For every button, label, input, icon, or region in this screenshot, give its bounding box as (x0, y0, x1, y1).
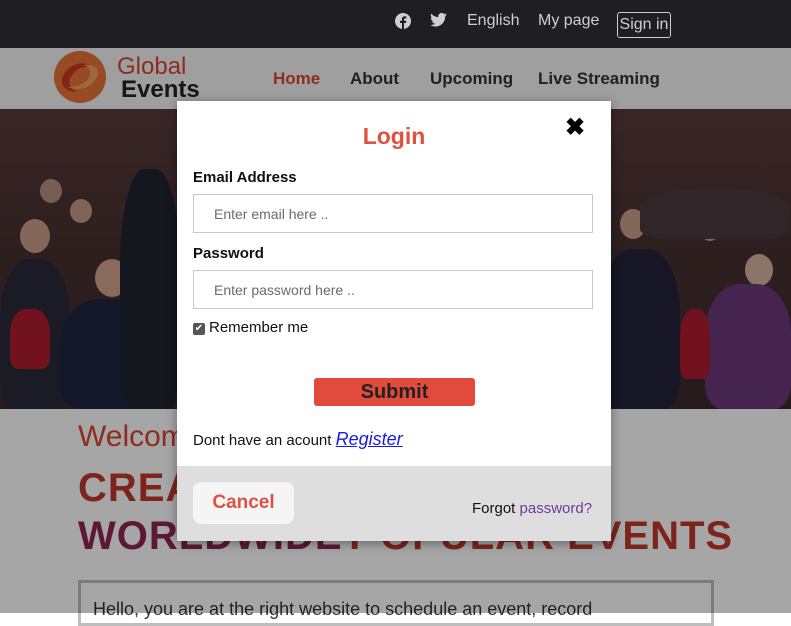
cancel-button[interactable]: Cancel (193, 482, 294, 524)
remember-label[interactable]: Remember me (209, 319, 308, 336)
submit-button[interactable]: Submit (314, 378, 475, 406)
modal-title: Login (362, 123, 426, 149)
remember-checkbox[interactable]: ✔ (193, 323, 205, 335)
facebook-icon[interactable] (395, 13, 411, 34)
top-bar: English My page Sign in (0, 0, 791, 48)
sign-in-button[interactable]: Sign in (617, 12, 671, 38)
remember-me: ✔ Remember me (193, 319, 308, 336)
register-prompt: Dont have an acount Register (193, 429, 403, 450)
email-label: Email Address (193, 169, 297, 186)
modal-footer: Cancel Forgot password? (177, 466, 611, 541)
register-prompt-text: Dont have an acount (193, 432, 332, 449)
my-page-link[interactable]: My page (538, 12, 599, 30)
password-label: Password (193, 245, 264, 262)
email-field[interactable] (193, 194, 593, 233)
twitter-icon[interactable] (430, 12, 447, 32)
forgot-prefix: Forgot (472, 500, 516, 517)
login-modal: Login ✖ Email Address Password ✔ Remember… (177, 101, 611, 541)
language-link[interactable]: English (467, 12, 519, 30)
forgot-password: Forgot password? (472, 500, 592, 517)
password-field[interactable] (193, 270, 593, 309)
forgot-password-link[interactable]: password? (520, 500, 593, 517)
register-link[interactable]: Register (336, 429, 403, 449)
close-icon[interactable]: ✖ (565, 113, 585, 142)
